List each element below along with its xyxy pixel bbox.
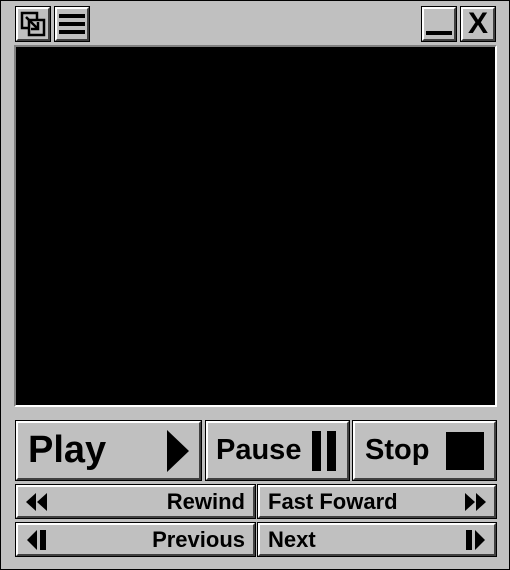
rewind-button[interactable]: Rewind (15, 484, 256, 519)
next-button[interactable]: Next (257, 522, 497, 557)
restore-icon (20, 11, 46, 37)
previous-button[interactable]: Previous (15, 522, 256, 557)
play-label: Play (28, 429, 107, 471)
close-button[interactable]: X (460, 6, 496, 42)
menu-icon (59, 14, 85, 34)
minimize-icon (426, 31, 452, 35)
minimize-button[interactable] (421, 6, 457, 42)
fast-forward-label: Fast Foward (268, 488, 398, 514)
next-icon (466, 530, 485, 550)
next-label: Next (268, 526, 316, 552)
restore-button[interactable] (15, 6, 51, 42)
media-player-window: X Play Pause Stop Rewind Fast Foward Pre… (0, 0, 510, 570)
stop-button[interactable]: Stop (352, 420, 497, 481)
stop-label: Stop (365, 434, 430, 466)
stop-icon (446, 432, 484, 470)
previous-icon (27, 530, 46, 550)
play-icon (167, 430, 189, 472)
rewind-icon (26, 493, 47, 511)
fast-forward-button[interactable]: Fast Foward (257, 484, 497, 519)
pause-label: Pause (216, 434, 302, 466)
fast-forward-icon (465, 493, 486, 511)
pause-icon (312, 431, 336, 471)
pause-button[interactable]: Pause (205, 420, 350, 481)
video-display[interactable] (14, 45, 497, 407)
play-button[interactable]: Play (15, 420, 202, 481)
close-label: X (467, 7, 488, 40)
rewind-label: Rewind (166, 488, 245, 514)
menu-button[interactable] (54, 6, 90, 42)
previous-label: Previous (152, 526, 245, 552)
